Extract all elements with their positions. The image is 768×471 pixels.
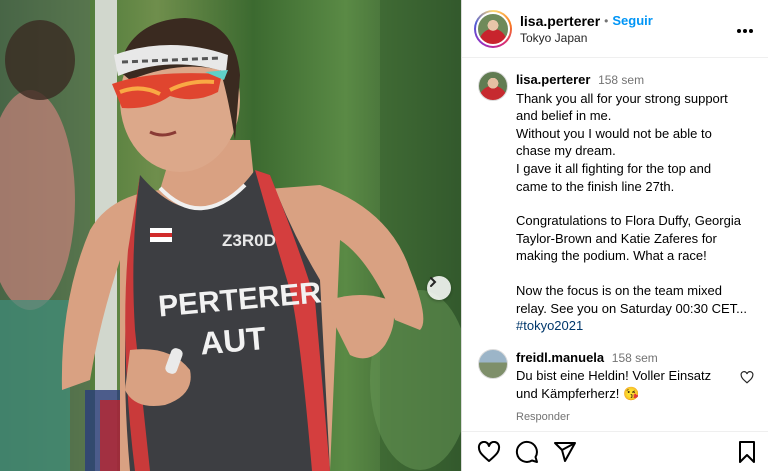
author-username[interactable]: lisa.perterer bbox=[520, 13, 600, 29]
hashtag-link[interactable]: #tokyo2021 bbox=[516, 317, 756, 335]
like-button[interactable] bbox=[476, 439, 502, 465]
more-options-button[interactable] bbox=[732, 18, 758, 39]
post-location[interactable]: Tokyo Japan bbox=[520, 31, 732, 45]
reply-button[interactable]: Responder bbox=[516, 409, 740, 427]
share-icon bbox=[554, 441, 576, 462]
caption-line: Taylor-Brown and Katie Zaferes for bbox=[516, 230, 717, 246]
caption-line: came to the finish line 27th. bbox=[516, 178, 675, 194]
share-button[interactable] bbox=[552, 439, 578, 465]
heart-icon bbox=[740, 370, 754, 384]
next-photo-button[interactable] bbox=[427, 276, 451, 300]
caption-line: Now the focus is on the team mixed bbox=[516, 282, 722, 298]
heart-icon bbox=[477, 440, 501, 462]
caption-time[interactable]: 158 sem bbox=[598, 73, 644, 87]
caption-gap bbox=[516, 195, 756, 212]
comments-section[interactable]: lisa.perterer 158 sem Thank you all for … bbox=[462, 59, 768, 431]
profile-avatar[interactable] bbox=[474, 9, 512, 48]
commenter-username[interactable]: freidl.manuela bbox=[516, 350, 604, 365]
post-photo[interactable]: Z3R0D PERTERER AUT bbox=[0, 0, 461, 471]
comment-like-button[interactable] bbox=[740, 370, 756, 426]
comment-time[interactable]: 158 sem bbox=[612, 351, 658, 365]
post-header: lisa.perterer • Seguir Tokyo Japan bbox=[462, 0, 768, 58]
follow-button[interactable]: Seguir bbox=[612, 13, 652, 28]
comment-button[interactable] bbox=[514, 439, 540, 465]
caption-username[interactable]: lisa.perterer bbox=[516, 72, 590, 87]
caption-line: I gave it all fighting for the top and bbox=[516, 160, 712, 176]
athlete-photo: Z3R0D PERTERER AUT bbox=[0, 0, 461, 471]
comment-text: und Kämpferherz! 😘 bbox=[516, 385, 640, 401]
chevron-right-icon bbox=[430, 277, 437, 287]
caption: lisa.perterer 158 sem Thank you all for … bbox=[478, 71, 756, 335]
comment-item: freidl.manuela 158 sem Du bist eine Held… bbox=[478, 348, 756, 427]
caption-gap bbox=[516, 265, 756, 282]
caption-avatar[interactable] bbox=[478, 71, 508, 101]
sponsor-logo: Z3R0D bbox=[222, 231, 276, 250]
caption-line: relay. See you on Saturday 00:30 CET... bbox=[516, 300, 748, 316]
save-button[interactable] bbox=[734, 439, 760, 465]
post-actions-bar bbox=[462, 431, 768, 471]
caption-line: Thank you all for your strong support bbox=[516, 90, 728, 106]
comment-text: Du bist eine Heldin! Voller Einsatz bbox=[516, 368, 712, 384]
separator-dot: • bbox=[604, 13, 609, 28]
caption-line: making the podium. What a race! bbox=[516, 248, 707, 264]
caption-line: Without you I would not be able to bbox=[516, 125, 712, 141]
caption-line: and belief in me. bbox=[516, 108, 612, 124]
comment-icon bbox=[515, 440, 538, 463]
bookmark-icon bbox=[739, 440, 755, 463]
more-horizontal-icon bbox=[737, 29, 753, 33]
bib-country: AUT bbox=[199, 320, 268, 362]
commenter-avatar[interactable] bbox=[478, 348, 508, 379]
caption-line: Congratulations to Flora Duffy, Georgia bbox=[516, 213, 741, 229]
post-side-panel: lisa.perterer • Seguir Tokyo Japan lisa.… bbox=[461, 0, 768, 471]
caption-line: chase my dream. bbox=[516, 143, 616, 159]
